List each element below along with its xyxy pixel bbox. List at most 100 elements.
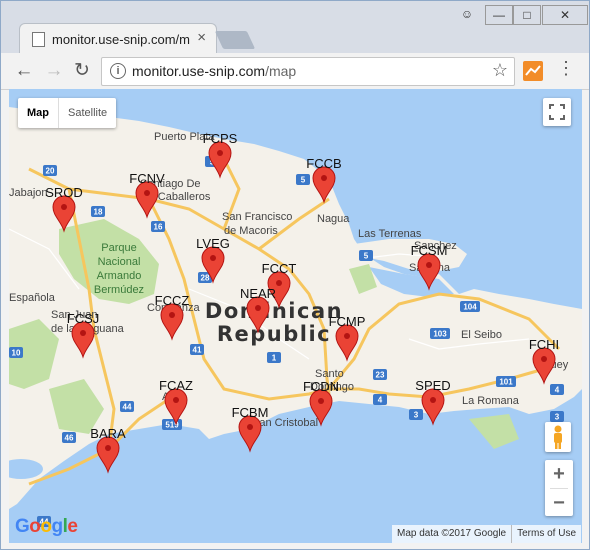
person-icon[interactable]: ☺ (456, 5, 478, 23)
svg-text:46: 46 (65, 434, 74, 443)
route-shield: 104 (460, 301, 480, 312)
marker-label: FCBM (232, 405, 269, 420)
route-shield: 5 (296, 174, 310, 185)
route-shield: 20 (43, 165, 57, 176)
address-bar[interactable]: i monitor.use-snip.com/map ☆ (101, 57, 515, 86)
zoom-control: + − (545, 460, 573, 516)
minimize-button[interactable]: — (485, 5, 513, 25)
close-button[interactable]: ✕ (542, 5, 588, 25)
marker-label: FCDN (303, 379, 339, 394)
park-label-2: Nacional (98, 256, 141, 268)
title-bar: monitor.use-snip.com/m × ☺ — □ ✕ (1, 1, 589, 54)
svg-text:41: 41 (193, 346, 202, 355)
route-shield: 5 (359, 250, 373, 261)
route-shield: 41 (190, 344, 204, 355)
country-label-line2: Republic (217, 322, 331, 346)
country-label-line1: Dominican (205, 299, 343, 323)
marker-label: LVEG (196, 236, 230, 251)
route-shield: 16 (151, 221, 165, 232)
google-logo[interactable]: Google (15, 516, 78, 538)
bookmark-star-icon[interactable]: ☆ (492, 60, 508, 81)
map-type-control: Map Satellite (18, 98, 117, 128)
browser-tab[interactable]: monitor.use-snip.com/m × (19, 23, 217, 54)
svg-text:3: 3 (414, 411, 419, 420)
menu-icon[interactable]: ⋮ (557, 58, 575, 79)
marker-label: FCPS (203, 131, 238, 146)
svg-text:5: 5 (364, 252, 369, 261)
map-canvas[interactable]: 2055181652810410341123101434344519464410… (9, 89, 582, 543)
svg-text:104: 104 (463, 303, 477, 312)
park-label-4: Bermúdez (94, 284, 144, 296)
marker-label: SROD (45, 185, 83, 200)
marker-label: SPED (415, 378, 450, 393)
street-view-pegman-icon[interactable] (545, 422, 571, 452)
maximize-button[interactable]: □ (513, 5, 541, 25)
marker-label: FCSM (411, 243, 448, 258)
park-label-1: Parque (101, 242, 136, 254)
browser-window: monitor.use-snip.com/m × ☺ — □ ✕ ← → ↻ i… (0, 0, 590, 550)
fullscreen-icon[interactable] (543, 98, 571, 126)
route-shield: 23 (373, 369, 387, 380)
url-text[interactable]: monitor.use-snip.com/map (132, 63, 296, 79)
route-shield: 103 (430, 328, 450, 339)
svg-text:103: 103 (433, 330, 447, 339)
forward-icon[interactable]: → (41, 58, 67, 84)
svg-text:23: 23 (376, 371, 385, 380)
svg-text:4: 4 (555, 386, 560, 395)
map-type-satellite-button[interactable]: Satellite (59, 98, 116, 128)
route-shield: 101 (496, 376, 516, 387)
marker-label: BARA (90, 426, 126, 441)
route-shield: 10 (9, 347, 23, 358)
place-label: Las Terrenas (358, 228, 422, 240)
marker-label: FCMP (329, 314, 366, 329)
svg-text:16: 16 (154, 223, 163, 232)
new-tab-button[interactable] (214, 31, 256, 49)
svg-text:1: 1 (272, 354, 277, 363)
tab-title: monitor.use-snip.com/m (52, 32, 190, 47)
park-label-3: Armando (97, 270, 142, 282)
back-icon[interactable]: ← (11, 58, 37, 84)
marker-label: FCSJ (67, 311, 100, 326)
svg-text:20: 20 (46, 167, 55, 176)
marker-label: NEAR (240, 286, 276, 301)
route-shield: 3 (550, 411, 564, 422)
route-shield: 4 (550, 384, 564, 395)
url-host: monitor.use-snip.com (132, 63, 266, 79)
svg-text:44: 44 (123, 403, 132, 412)
svg-text:18: 18 (94, 208, 103, 217)
svg-text:4: 4 (378, 396, 383, 405)
info-icon[interactable]: i (110, 63, 126, 79)
svg-text:3: 3 (555, 413, 560, 422)
reload-icon[interactable]: ↻ (69, 58, 95, 84)
marker-label: FCCT (262, 261, 297, 276)
map-attribution: Map data ©2017 Google Terms of Use (392, 525, 582, 543)
marker-label: FCCB (306, 156, 341, 171)
extension-chart-icon[interactable] (523, 61, 543, 81)
route-shield: 1 (267, 352, 281, 363)
route-shield: 46 (62, 432, 76, 443)
route-shield: 3 (409, 409, 423, 420)
svg-text:10: 10 (12, 349, 21, 358)
route-shield: 519 (162, 419, 182, 430)
place-label: Nagua (317, 213, 350, 225)
marker-label: FCAZ (159, 378, 193, 393)
map-type-map-button[interactable]: Map (18, 98, 59, 128)
close-tab-icon[interactable]: × (197, 29, 206, 46)
place-label: La Romana (462, 395, 520, 407)
place-label: de Macoris (224, 225, 278, 237)
place-label: El Seibo (461, 329, 502, 341)
marker-label: FCCZ (155, 293, 190, 308)
zoom-in-button[interactable]: + (545, 460, 573, 488)
map-graphics: 2055181652810410341123101434344519464410… (9, 89, 582, 543)
zoom-out-button[interactable]: − (545, 489, 573, 517)
place-label: San Francisco (222, 211, 292, 223)
terms-of-use-link[interactable]: Terms of Use (511, 525, 581, 543)
url-path: /map (265, 63, 297, 79)
marker-label: FCHI (529, 337, 559, 352)
svg-text:101: 101 (499, 378, 513, 387)
route-shield: 44 (120, 401, 134, 412)
route-shield: 18 (91, 206, 105, 217)
browser-toolbar: ← → ↻ i monitor.use-snip.com/map ☆ ⋮ (1, 53, 589, 90)
page-icon (32, 32, 45, 47)
svg-text:5: 5 (301, 176, 306, 185)
